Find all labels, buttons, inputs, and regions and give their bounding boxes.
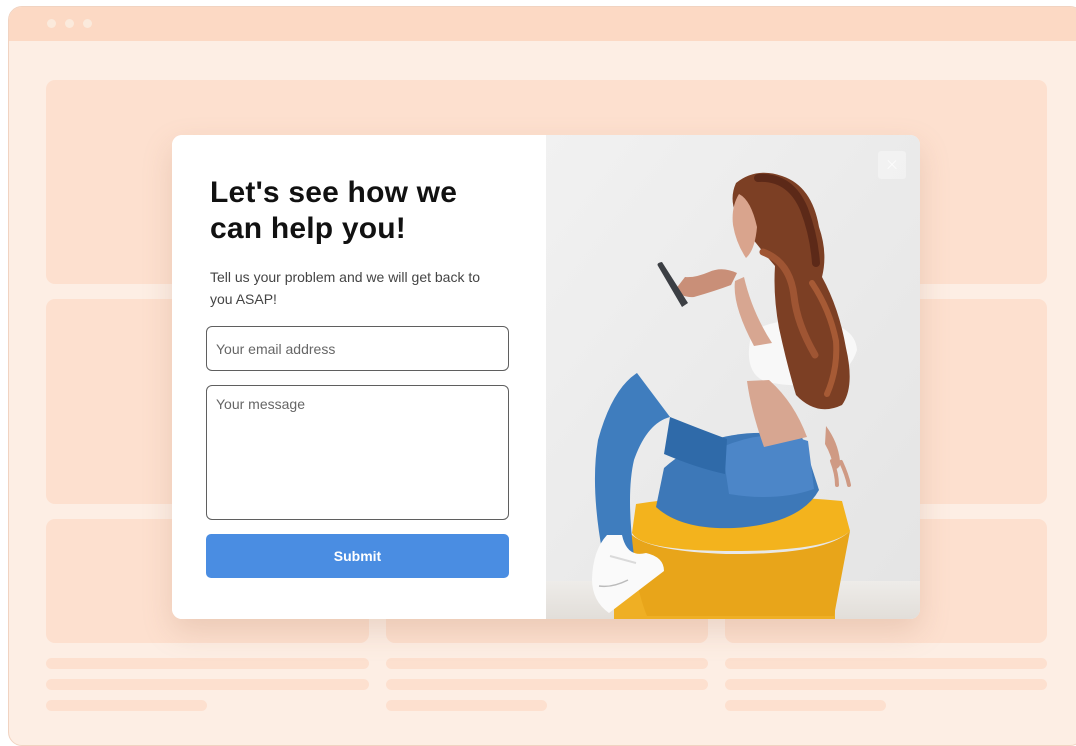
window-dot-3	[83, 19, 92, 28]
popup-form-panel: Let's see how we can help you! Tell us y…	[172, 135, 546, 619]
email-field[interactable]	[206, 326, 509, 371]
submit-button[interactable]: Submit	[206, 534, 509, 578]
window-dot-2	[65, 19, 74, 28]
placeholder-line	[725, 700, 886, 711]
window-dot-1	[47, 19, 56, 28]
popup-title: Let's see how we can help you!	[210, 176, 458, 245]
close-icon	[878, 151, 906, 179]
contact-popup: Let's see how we can help you! Tell us y…	[172, 135, 920, 619]
popup-image-panel	[546, 135, 920, 619]
close-button[interactable]	[878, 151, 906, 179]
placeholder-line	[46, 658, 369, 669]
placeholder-line	[46, 679, 369, 690]
placeholder-line	[386, 700, 547, 711]
placeholder-line	[725, 679, 1047, 690]
placeholder-line	[386, 658, 708, 669]
message-field[interactable]	[206, 385, 509, 520]
woman-with-phone-image	[546, 135, 920, 619]
browser-title-bar	[9, 7, 1076, 41]
popup-subtitle: Tell us your problem and we will get bac…	[210, 269, 481, 307]
placeholder-line	[386, 679, 708, 690]
placeholder-line	[46, 700, 207, 711]
placeholder-line	[725, 658, 1047, 669]
